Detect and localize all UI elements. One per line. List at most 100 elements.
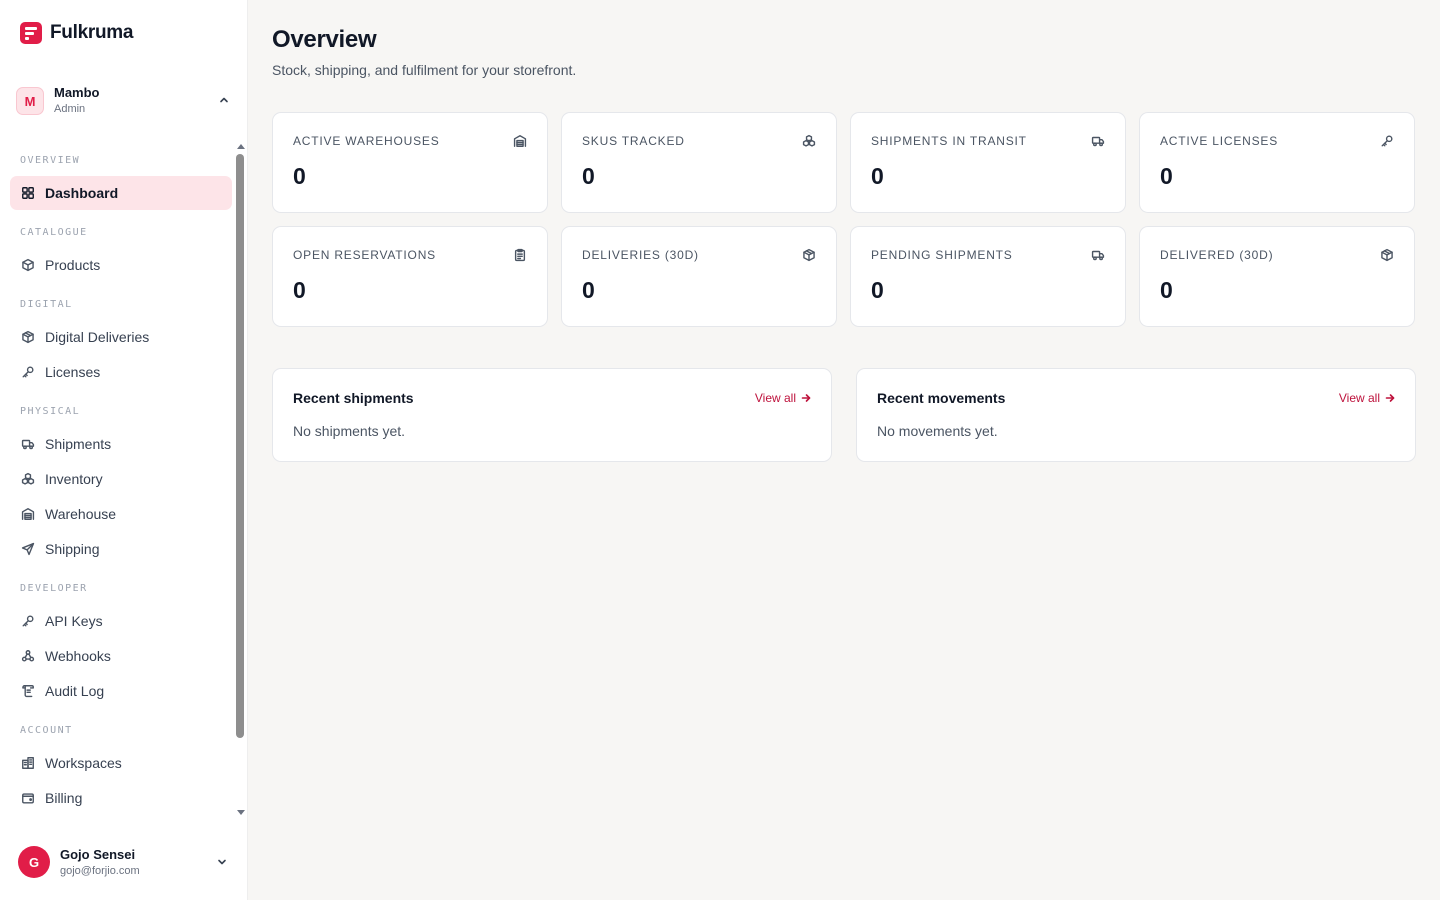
stat-value: 0	[293, 277, 306, 303]
send-icon	[21, 542, 34, 556]
truck-icon	[1091, 250, 1105, 261]
stat-value: 0	[1160, 163, 1173, 189]
stat-label: OPEN RESERVATIONS	[293, 248, 436, 262]
stat-label: DELIVERED (30D)	[1160, 248, 1274, 262]
sidebar-item-label: Inventory	[45, 471, 103, 487]
activity-panels: Recent shipments View all No shipments yet…	[272, 368, 1416, 462]
sidebar-item-dashboard[interactable]: Dashboard	[10, 176, 232, 210]
stat-card-open-reservations: OPEN RESERVATIONS 0	[272, 226, 548, 327]
nav-section-label: OVERVIEW	[20, 155, 81, 166]
sidebar-item-label: Products	[45, 257, 101, 273]
stat-label: PENDING SHIPMENTS	[871, 248, 1013, 262]
warehouse-icon	[513, 135, 527, 147]
webhook-icon	[21, 650, 34, 662]
sidebar-scrollbar[interactable]	[234, 140, 246, 820]
sidebar-item-products[interactable]: Products	[10, 248, 232, 282]
package-icon	[1381, 248, 1393, 262]
stat-value: 0	[582, 277, 595, 303]
sidebar-item-audit-log[interactable]: Audit Log	[10, 674, 232, 708]
stat-label: ACTIVE WAREHOUSES	[293, 134, 440, 148]
brand[interactable]: Fulkruma	[20, 22, 133, 44]
stat-label: SHIPMENTS IN TRANSIT	[871, 134, 1027, 148]
sidebar-item-inventory[interactable]: Inventory	[10, 462, 232, 496]
truck-icon	[21, 439, 34, 450]
stat-card-shipments-in-transit: SHIPMENTS IN TRANSIT 0	[850, 112, 1126, 213]
user-email: gojo@forjio.com	[60, 864, 140, 877]
stat-card-skus-tracked: SKUS TRACKED 0	[561, 112, 837, 213]
sidebar-item-shipments[interactable]: Shipments	[10, 427, 232, 461]
panel-empty-state: No shipments yet.	[293, 423, 406, 439]
sidebar-item-api-keys[interactable]: API Keys	[10, 604, 232, 638]
stat-value: 0	[871, 163, 884, 189]
nav-section-label: DEVELOPER	[20, 583, 88, 594]
view-all-label: View all	[754, 391, 796, 405]
scroll-up-arrow-icon[interactable]	[237, 144, 245, 149]
panel-recent-shipments: Recent shipments View all No shipments yet…	[272, 368, 832, 462]
stats-grid: ACTIVE WAREHOUSES 0 SKUS TRACKED 0 SHIPMENTS…	[272, 112, 1416, 327]
main-content: Overview Stock, shipping, and fulfilment…	[272, 0, 1416, 900]
stat-card-active-licenses: ACTIVE LICENSES 0	[1139, 112, 1415, 213]
truck-icon	[1091, 136, 1105, 147]
view-all-link[interactable]: View all	[755, 391, 811, 405]
nav-section-label: ACCOUNT	[20, 725, 73, 736]
sidebar-item-label: Shipments	[45, 436, 112, 452]
nav-section-label: CATALOGUE	[20, 227, 88, 238]
scrollbar-thumb[interactable]	[236, 154, 244, 738]
brand-name: Fulkruma	[50, 22, 134, 43]
stat-value: 0	[582, 163, 595, 189]
workspace-name: Mambo	[54, 85, 100, 100]
sidebar-item-shipping[interactable]: Shipping	[10, 532, 232, 566]
arrow-right-icon	[1385, 394, 1395, 402]
key-icon	[21, 615, 34, 627]
sidebar-item-digital-deliveries[interactable]: Digital Deliveries	[10, 320, 232, 354]
user-avatar: G	[18, 846, 50, 878]
stat-label: SKUS TRACKED	[582, 134, 685, 148]
stat-value: 0	[871, 277, 884, 303]
panel-recent-movements: Recent movements View all No movements yet…	[856, 368, 1416, 462]
grid-icon	[21, 187, 34, 199]
sidebar-item-workspaces[interactable]: Workspaces	[10, 746, 232, 780]
wallet-icon	[21, 793, 34, 804]
key-icon	[21, 366, 34, 378]
boxes-icon	[802, 134, 816, 147]
page-title: Overview	[272, 26, 377, 53]
stat-label: DELIVERIES (30D)	[582, 248, 699, 262]
warehouse-icon	[21, 508, 34, 520]
scroll-down-arrow-icon[interactable]	[237, 810, 245, 815]
package-icon	[21, 330, 34, 344]
clipboard-icon	[514, 248, 526, 262]
panel-empty-state: No movements yet.	[877, 423, 998, 439]
sidebar-item-label: Shipping	[45, 541, 100, 557]
fulkruma-logo-icon	[20, 22, 42, 44]
stat-card-deliveries-30d: DELIVERIES (30D) 0	[561, 226, 837, 327]
boxes-icon	[21, 472, 34, 485]
user-menu[interactable]: G Gojo Sensei gojo@forjio.com	[18, 846, 232, 878]
sidebar-nav: OVERVIEW Dashboard CATALOGUE Products DIGITA…	[10, 146, 232, 818]
sidebar-item-label: API Keys	[45, 613, 103, 629]
sidebar-item-licenses[interactable]: Licenses	[10, 355, 232, 389]
sidebar-item-label: Workspaces	[45, 755, 122, 771]
workspace-role: Admin	[54, 103, 86, 115]
workspace-switcher[interactable]: M Mambo Admin	[16, 85, 234, 116]
sidebar-item-warehouse[interactable]: Warehouse	[10, 497, 232, 531]
package-icon	[803, 248, 815, 262]
arrow-right-icon	[801, 394, 811, 402]
sidebar: Fulkruma M Mambo Admin OVERVIEW Dashboard…	[0, 0, 248, 900]
chevron-up-icon[interactable]	[218, 94, 230, 106]
sidebar-item-billing[interactable]: Billing	[10, 781, 232, 815]
nav-section-label: DIGITAL	[20, 299, 73, 310]
sidebar-item-label: Billing	[45, 790, 83, 806]
stat-card-delivered-30d: DELIVERED (30D) 0	[1139, 226, 1415, 327]
sidebar-item-webhooks[interactable]: Webhooks	[10, 639, 232, 673]
view-all-label: View all	[1338, 391, 1380, 405]
sidebar-item-label: Digital Deliveries	[45, 329, 150, 345]
sidebar-item-label: Audit Log	[45, 683, 105, 699]
stat-label: ACTIVE LICENSES	[1160, 134, 1279, 148]
view-all-link[interactable]: View all	[1339, 391, 1395, 405]
chevron-down-icon[interactable]	[216, 856, 228, 868]
stat-value: 0	[1160, 277, 1173, 303]
building-icon	[21, 757, 34, 769]
workspace-avatar: M	[16, 87, 44, 115]
sidebar-item-label: Licenses	[45, 364, 101, 380]
scroll-icon	[21, 685, 34, 698]
